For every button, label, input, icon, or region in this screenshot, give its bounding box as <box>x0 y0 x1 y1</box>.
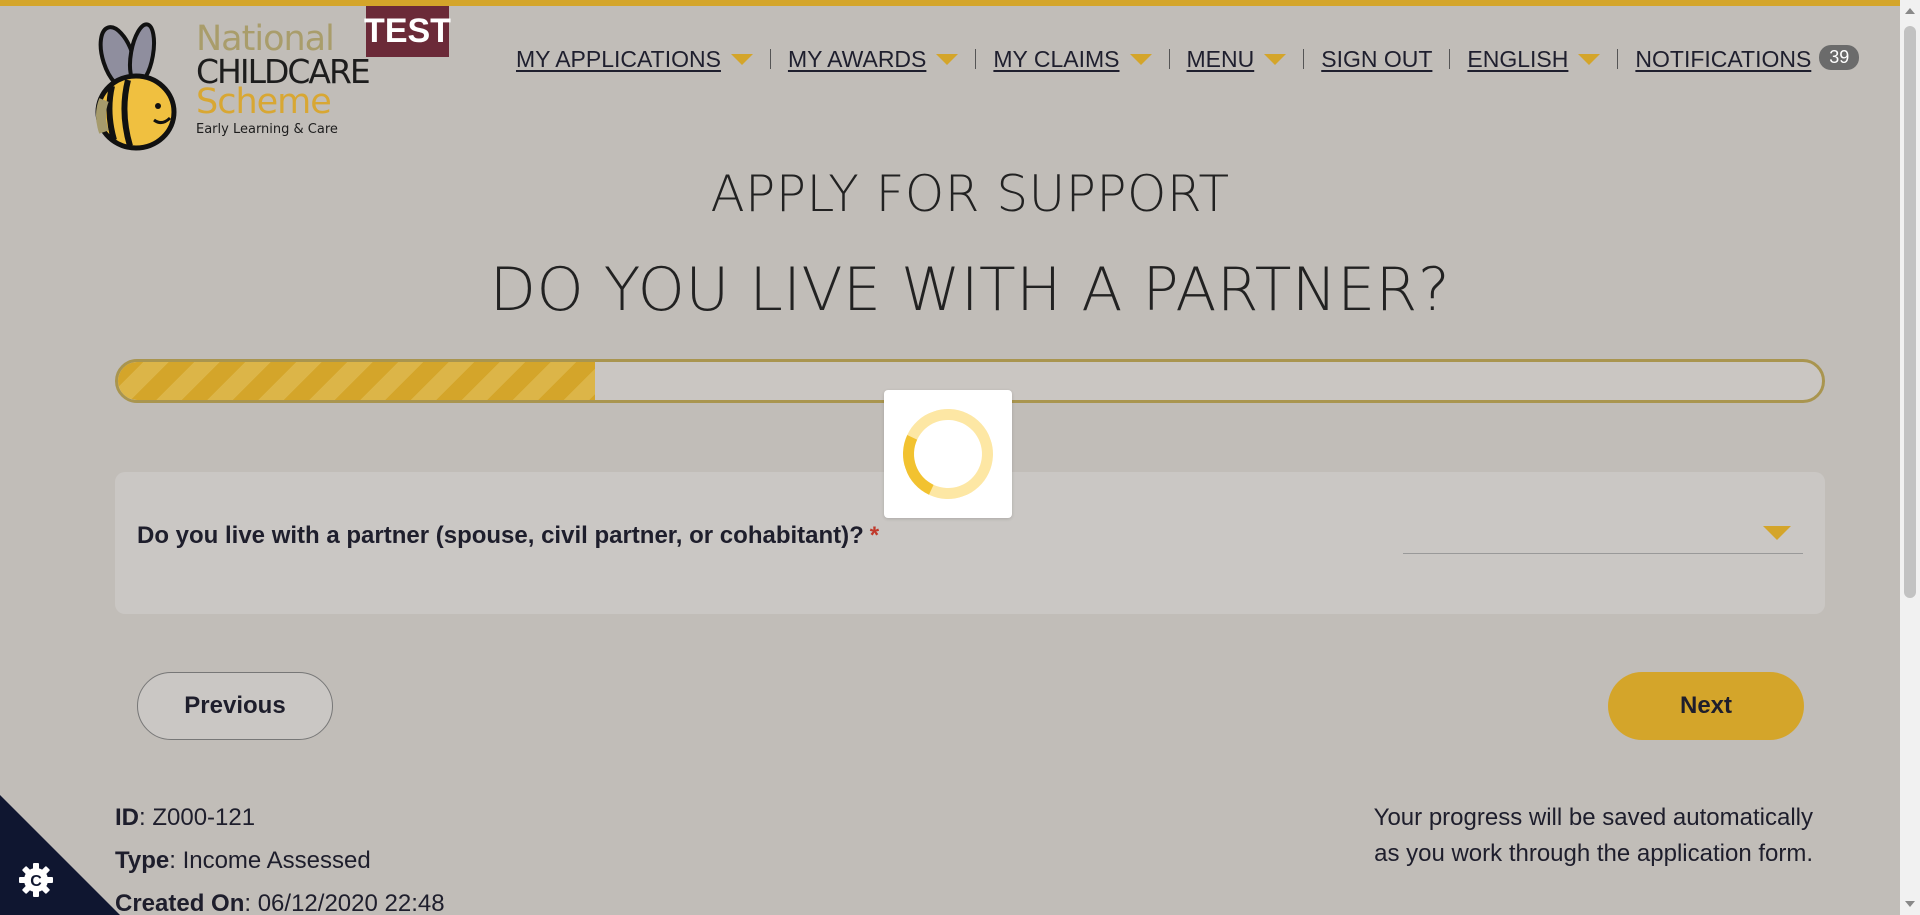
step-title: DO YOU LIVE WITH A PARTNER? <box>489 255 1451 325</box>
nav-notifications[interactable]: NOTIFICATIONS 39 <box>1635 44 1860 73</box>
chevron-down-icon <box>936 53 959 65</box>
nav-menu-label: MENU <box>1186 45 1255 72</box>
nav-divider <box>769 49 771 69</box>
application-type-value: : Income Assessed <box>169 847 371 874</box>
application-id: ID: Z000-121 <box>115 804 255 832</box>
nav-divider <box>1617 49 1619 69</box>
question-label: Do you live with a partner (spouse, civi… <box>137 522 879 550</box>
svg-text:C: C <box>30 873 42 890</box>
nav-my-awards-label: MY AWARDS <box>787 45 927 72</box>
nav-my-claims-label: MY CLAIMS <box>993 45 1120 72</box>
required-marker: * <box>869 522 880 549</box>
question-text: Do you live with a partner (spouse, civi… <box>137 522 864 549</box>
nav-my-applications-label: MY APPLICATIONS <box>516 45 721 72</box>
chevron-down-icon <box>1578 53 1601 65</box>
vertical-scrollbar[interactable] <box>1900 0 1920 915</box>
logo[interactable]: National CHILDCARE Scheme Early Learning… <box>90 18 371 153</box>
scrollbar-thumb[interactable] <box>1904 26 1916 598</box>
application-type: Type: Income Assessed <box>115 847 371 875</box>
scroll-down-arrow-icon[interactable] <box>1905 901 1915 907</box>
chevron-down-icon <box>1129 53 1152 65</box>
nav-notifications-label: NOTIFICATIONS <box>1635 45 1812 72</box>
nav-language[interactable]: ENGLISH <box>1467 45 1601 73</box>
nav-language-label: ENGLISH <box>1467 45 1569 72</box>
next-button[interactable]: Next <box>1608 672 1804 740</box>
scroll-up-arrow-icon[interactable] <box>1905 8 1915 14</box>
nav-my-applications[interactable]: MY APPLICATIONS <box>516 46 753 73</box>
previous-button[interactable]: Previous <box>137 672 333 740</box>
chevron-down-icon <box>730 53 753 65</box>
application-created-on: Created On: 06/12/2020 22:48 <box>115 890 445 915</box>
nav-my-claims[interactable]: MY CLAIMS <box>993 45 1152 73</box>
loading-spinner-icon <box>890 396 1006 512</box>
chevron-down-icon <box>1264 53 1287 65</box>
application-type-label: Type <box>115 847 170 874</box>
top-accent-bar <box>0 0 1920 6</box>
created-on-value: : 06/12/2020 22:48 <box>244 890 445 915</box>
notifications-count-badge: 39 <box>1819 44 1860 70</box>
nav-my-awards[interactable]: MY AWARDS <box>787 45 959 73</box>
main-nav: MY APPLICATIONS MY AWARDS MY CLAIMS MENU… <box>516 42 1860 76</box>
nav-sign-out[interactable]: SIGN OUT <box>1321 46 1432 73</box>
logo-tagline: Early Learning & Care <box>196 122 338 137</box>
application-id-value: : Z000-121 <box>139 804 256 831</box>
progress-bar-fill <box>118 362 596 400</box>
nav-menu[interactable]: MENU <box>1187 46 1287 73</box>
autosave-line-2: as you work through the application form… <box>1374 840 1813 867</box>
created-on-label: Created On <box>115 890 245 915</box>
nav-sign-out-label: SIGN OUT <box>1321 45 1433 72</box>
bee-logo-icon <box>95 22 177 151</box>
cookie-settings-icon[interactable]: C <box>18 862 54 898</box>
loading-overlay <box>884 390 1012 518</box>
partner-select[interactable] <box>1403 508 1803 554</box>
autosave-notice: Your progress will be saved automaticall… <box>1293 800 1813 872</box>
page-title: APPLY FOR SUPPORT <box>710 165 1230 223</box>
nav-divider <box>1303 49 1305 69</box>
nav-divider <box>975 49 977 69</box>
chevron-down-icon <box>1763 526 1791 540</box>
autosave-line-1: Your progress will be saved automaticall… <box>1373 804 1813 831</box>
environment-badge: TEST <box>364 6 451 57</box>
nav-divider <box>1168 49 1170 69</box>
nav-divider <box>1449 49 1451 69</box>
